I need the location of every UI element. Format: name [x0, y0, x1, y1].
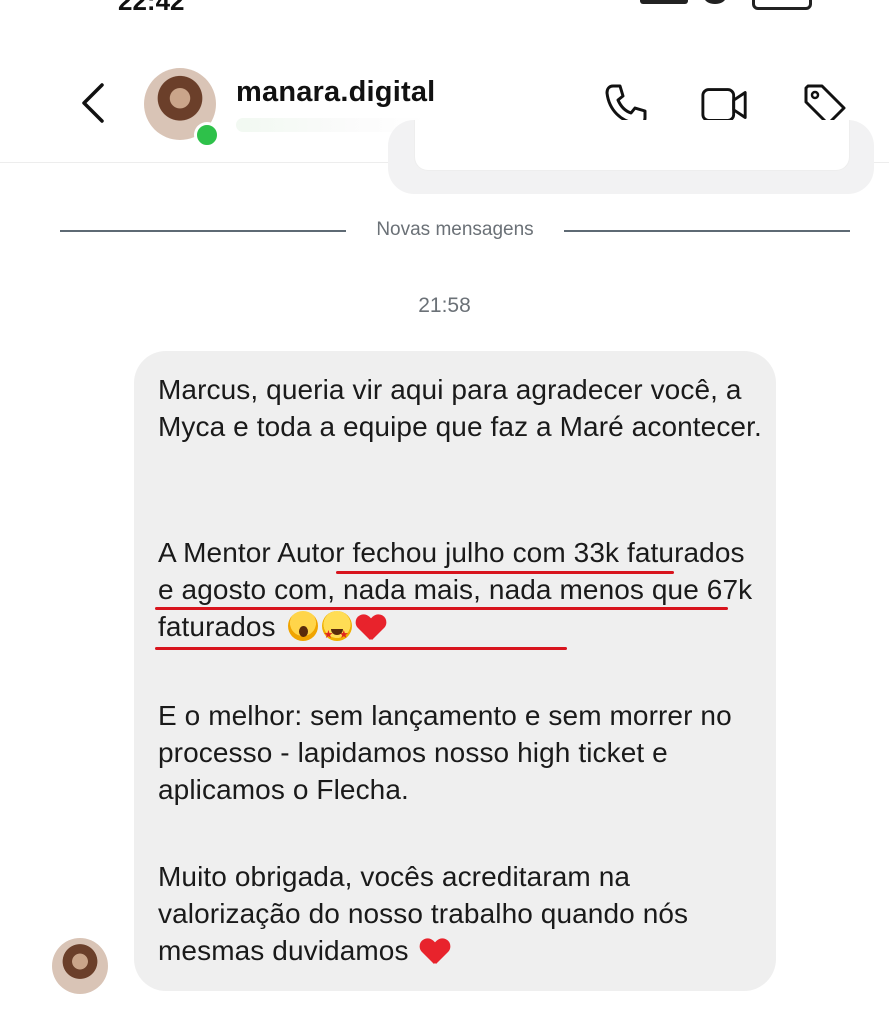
sender-avatar[interactable] — [52, 938, 108, 994]
message-paragraph-1: Marcus, queria vir aqui para agradecer v… — [158, 371, 768, 445]
message-bubble[interactable]: Marcus, queria vir aqui para agradecer v… — [134, 351, 776, 991]
message-text-3: E o melhor: sem lançamento e sem morrer … — [158, 700, 732, 805]
message-paragraph-3: E o melhor: sem lançamento e sem morrer … — [158, 697, 768, 808]
new-messages-label: Novas mensagens — [376, 219, 534, 240]
star-struck-icon — [321, 611, 352, 653]
contact-username[interactable]: manara.digital — [236, 76, 435, 109]
status-bar: 22:42 — [0, 0, 889, 14]
online-status-dot — [194, 122, 220, 148]
message-text-1: Marcus, queria vir aqui para agradecer v… — [158, 374, 762, 442]
red-underline-mark — [336, 571, 674, 574]
message-paragraph-4: Muito obrigada, vocês acreditaram na val… — [158, 858, 768, 969]
wifi-icon — [704, 0, 726, 4]
message-paragraph-2: A Mentor Autor fechou julho com 33k fatu… — [158, 534, 768, 653]
message-text-2: A Mentor Autor fechou julho com 33k fatu… — [158, 537, 753, 642]
new-messages-divider: Novas mensagens — [60, 216, 850, 246]
signal-icon — [640, 0, 688, 4]
red-underline-mark — [155, 607, 728, 610]
red-heart-icon — [420, 937, 450, 965]
divider-line-right — [564, 230, 850, 232]
status-time: 22:42 — [118, 0, 185, 14]
red-underline-mark — [155, 647, 567, 650]
battery-icon — [752, 0, 812, 10]
previous-message-bubble — [388, 120, 874, 194]
divider-line-left — [60, 230, 346, 232]
back-button[interactable] — [70, 80, 116, 126]
chevron-left-icon — [82, 83, 104, 123]
profile-avatar-button[interactable] — [144, 68, 220, 148]
video-camera-icon — [701, 88, 747, 122]
face-screaming-in-fear-icon — [287, 611, 318, 641]
previous-message-preview — [414, 120, 850, 171]
red-heart-icon — [356, 613, 386, 641]
message-timestamp: 21:58 — [418, 294, 471, 317]
